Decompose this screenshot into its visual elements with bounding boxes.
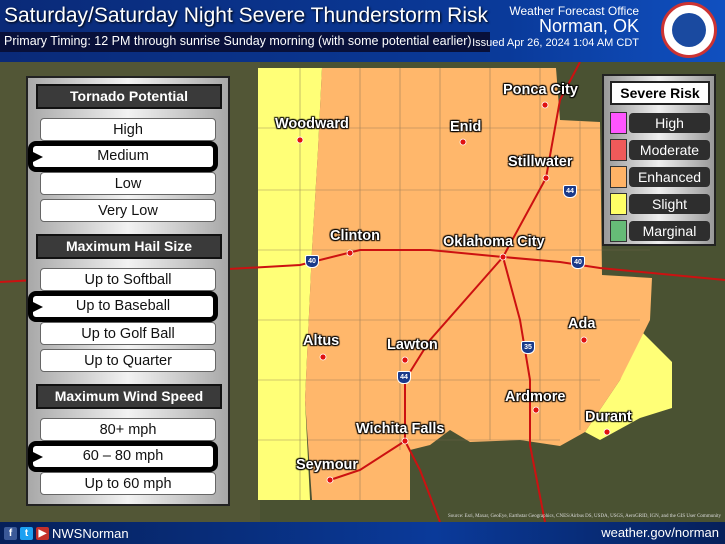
city-marker [346,249,354,257]
city-label: Seymour [296,457,359,473]
legend-item: Marginal [610,220,710,242]
city-marker [401,356,409,364]
city-label: Stillwater [508,154,573,170]
tornado-option-selected: Medium [28,141,218,172]
city-marker [319,353,327,361]
legend-item: Slight [610,193,710,215]
footer: f t ▶ NWSNorman weather.gov/norman [0,522,725,544]
city-marker [326,476,334,484]
interstate-shield: 44 [563,185,577,198]
city-marker [532,406,540,414]
wind-option: 80+ mph [40,418,216,441]
legend-label: Moderate [629,140,710,160]
city-label: Ardmore [505,389,566,405]
hail-option-selected: Up to Baseball [28,291,218,322]
legend-swatch [610,139,627,161]
interstate-shield: 40 [305,255,319,268]
hail-option: Up to Quarter [40,349,216,372]
issued-time: Issued Apr 26, 2024 1:04 AM CDT [472,37,639,49]
legend-title: Severe Risk [610,81,710,105]
social-links: f t ▶ NWSNorman [4,526,129,541]
legend-swatch [610,220,627,242]
hail-option: Up to Golf Ball [40,322,216,345]
wind-option-selected: 60 – 80 mph [28,441,218,472]
hazard-panel: Tornado Potential High Medium Low Very Low Ma… [26,76,230,506]
tornado-option: Very Low [40,199,216,222]
city-label: Enid [450,119,482,135]
social-handle[interactable]: NWSNorman [52,526,129,541]
city-marker [603,428,611,436]
tornado-section-title: Tornado Potential [36,84,222,109]
youtube-icon[interactable]: ▶ [36,527,49,540]
city-marker [401,437,409,445]
city-label: Clinton [330,228,380,244]
severe-risk-legend: Severe Risk High Moderate Enhanced Slight Ma… [602,74,716,246]
city-marker [459,138,467,146]
legend-swatch [610,166,627,188]
website-link[interactable]: weather.gov/norman [601,525,719,540]
wind-section-title: Maximum Wind Speed [36,384,222,409]
legend-item: High [610,112,710,134]
city-label: Woodward [275,116,349,132]
city-label: Ada [568,316,596,332]
nws-logo [661,2,717,58]
hail-option: Up to Softball [40,268,216,291]
timing-text: Primary Timing: 12 PM through sunrise Su… [0,32,490,52]
city-marker [296,136,304,144]
legend-label: Marginal [629,221,710,241]
legend-label: Slight [629,194,710,214]
office-city: Norman, OK [538,16,639,36]
tornado-option: Low [40,172,216,195]
interstate-shield: 35 [521,341,535,354]
twitter-icon[interactable]: t [20,527,33,540]
city-marker [580,336,588,344]
wind-option: Up to 60 mph [40,472,216,495]
interstate-shield: 40 [571,256,585,269]
city-label: Durant [585,409,632,425]
city-label: Ponca City [503,82,578,98]
city-label: Wichita Falls [356,421,445,437]
facebook-icon[interactable]: f [4,527,17,540]
legend-label: Enhanced [629,167,710,187]
legend-item: Moderate [610,139,710,161]
legend-label: High [629,113,710,133]
legend-swatch [610,193,627,215]
hail-section-title: Maximum Hail Size [36,234,222,259]
legend-swatch [610,112,627,134]
legend-item: Enhanced [610,166,710,188]
city-marker [541,101,549,109]
header: Saturday/Saturday Night Severe Thunderst… [0,0,725,62]
city-label: Altus [303,333,340,349]
city-label: Lawton [387,337,438,353]
city-label: Oklahoma City [443,234,545,250]
page-title: Saturday/Saturday Night Severe Thunderst… [4,4,489,27]
city-marker [542,174,550,182]
map-attribution: Source: Esri, Maxar, GeoEye, Earthstar G… [448,514,721,519]
city-marker [499,253,507,261]
interstate-shield: 44 [397,371,411,384]
tornado-option: High [40,118,216,141]
